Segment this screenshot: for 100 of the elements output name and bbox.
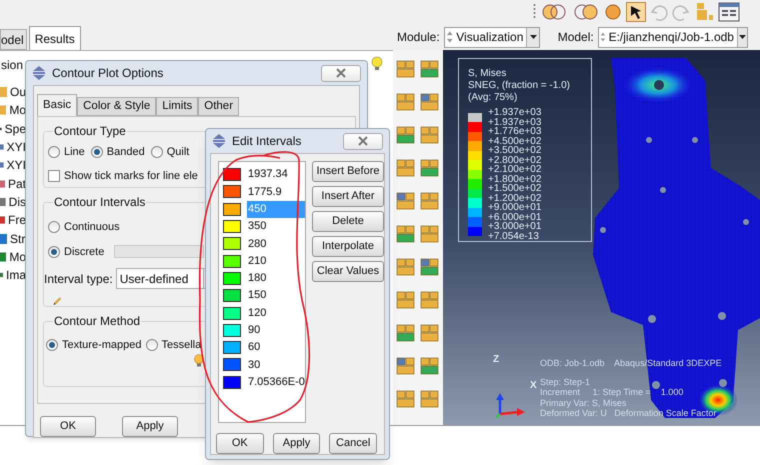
color-swatch[interactable]: [223, 324, 241, 337]
block-tool-icon[interactable]: [395, 157, 417, 179]
interval-value[interactable]: 7.05366E-0: [247, 374, 305, 391]
tree-item[interactable]: Ima: [6, 266, 26, 284]
interval-value[interactable]: 30: [247, 356, 305, 374]
overlapping-circles-icon[interactable]: [540, 3, 568, 21]
tree-item[interactable]: Ou: [10, 83, 26, 102]
block-tool-icon[interactable]: [419, 256, 441, 278]
tree-item[interactable]: Dis: [8, 192, 26, 211]
checkbox[interactable]: [48, 170, 60, 182]
panel-tab[interactable]: Results: [28, 26, 81, 50]
block-tool-icon[interactable]: [419, 91, 441, 113]
radio-label[interactable]: Tessella: [162, 337, 202, 354]
interval-list[interactable]: 1937.34 1775.9 450 350 280 210 180 150 120 90 60 30 7.05366E-0: [218, 161, 306, 423]
dialog-button[interactable]: Clear Values: [312, 261, 384, 282]
block-tool-icon[interactable]: [419, 124, 441, 146]
dialog-tab[interactable]: Limits: [156, 97, 198, 116]
block-tool-icon[interactable]: [419, 190, 441, 212]
panel-tab[interactable]: odel: [0, 29, 27, 50]
tree-item[interactable]: XYI: [6, 156, 26, 174]
interval-value[interactable]: 120: [247, 304, 305, 322]
interval-value[interactable]: 210: [247, 252, 305, 270]
interval-value[interactable]: 60: [247, 339, 305, 356]
color-swatch[interactable]: [223, 272, 241, 285]
color-swatch[interactable]: [223, 237, 241, 250]
dialog-button[interactable]: OK: [40, 416, 96, 437]
tree-item[interactable]: Str: [10, 230, 26, 248]
color-swatch[interactable]: [223, 289, 241, 302]
dialog-button[interactable]: Cancel: [329, 433, 378, 454]
color-swatch[interactable]: [223, 341, 241, 354]
block-tool-icon[interactable]: [395, 256, 417, 278]
radio-label[interactable]: Quilt: [166, 144, 190, 160]
radio-label[interactable]: Continuous: [64, 219, 120, 236]
overlapping-circles-icon[interactable]: [572, 3, 600, 21]
dialog-button[interactable]: Delete: [312, 211, 384, 232]
radio-label[interactable]: Banded: [106, 144, 145, 160]
radio-button[interactable]: [48, 146, 60, 158]
module-dropdown[interactable]: Visualization: [444, 26, 540, 48]
dialog-button[interactable]: Interpolate: [312, 236, 384, 257]
dialog-button[interactable]: Apply: [272, 433, 320, 454]
block-tool-icon[interactable]: [419, 58, 441, 80]
color-swatch[interactable]: [223, 358, 241, 372]
interval-value[interactable]: 350: [247, 218, 305, 236]
block-tool-icon[interactable]: [419, 157, 441, 179]
interval-value[interactable]: 280: [247, 235, 305, 252]
radio-label[interactable]: Discrete: [64, 244, 104, 260]
block-tool-icon[interactable]: [419, 322, 441, 344]
table-icon[interactable]: [718, 2, 740, 22]
block-tool-icon[interactable]: [419, 289, 441, 311]
radio-label[interactable]: Line: [64, 144, 85, 160]
color-swatch[interactable]: [223, 185, 241, 198]
block-tool-icon[interactable]: [419, 223, 441, 245]
block-tool-icon[interactable]: [395, 388, 417, 410]
tree-item[interactable]: Spe: [4, 120, 26, 138]
radio-button[interactable]: [150, 146, 163, 158]
dialog-tab[interactable]: Other: [198, 97, 240, 116]
checkbox-label[interactable]: Show tick marks for line ele: [64, 168, 198, 184]
block-tool-icon[interactable]: [395, 223, 417, 245]
lightbulb-icon[interactable]: [370, 56, 384, 72]
circle-icon[interactable]: [604, 3, 622, 21]
block-tool-icon[interactable]: [395, 91, 417, 113]
close-button[interactable]: [343, 132, 383, 150]
block-tool-icon[interactable]: [395, 322, 417, 344]
interval-value[interactable]: 1937.34: [247, 166, 305, 184]
tree-item[interactable]: Mo: [9, 101, 26, 120]
color-swatch[interactable]: [223, 254, 241, 268]
interval-value[interactable]: 180: [247, 270, 305, 287]
dropdown-button[interactable]: [526, 28, 539, 46]
radio-button[interactable]: [46, 339, 58, 352]
color-swatch[interactable]: [223, 220, 241, 234]
dialog-button[interactable]: OK: [216, 433, 264, 454]
radio-button[interactable]: [48, 246, 60, 258]
block-tool-icon[interactable]: [395, 58, 417, 80]
interval-value[interactable]: 1775.9: [247, 183, 305, 200]
lightbulb-icon[interactable]: [193, 354, 205, 368]
radio-button[interactable]: [146, 339, 158, 352]
tree-item[interactable]: Fre: [8, 211, 26, 230]
radio-button[interactable]: [90, 146, 103, 158]
dialog-button[interactable]: Insert After: [312, 186, 384, 207]
dialog-tab[interactable]: Color & Style: [77, 97, 156, 116]
color-swatch[interactable]: [223, 376, 241, 389]
interval-value[interactable]: 90: [247, 322, 305, 339]
tree-item[interactable]: XYI: [6, 138, 26, 156]
block-tool-icon[interactable]: [419, 388, 441, 410]
color-swatch[interactable]: [223, 168, 241, 182]
radio-label[interactable]: Texture-mapped: [62, 337, 142, 354]
tree-item[interactable]: Pat: [8, 174, 26, 193]
block-tool-icon[interactable]: [395, 190, 417, 212]
dialog-button[interactable]: Insert Before: [312, 161, 384, 182]
dropdown-button[interactable]: [736, 28, 747, 46]
block-tool-icon[interactable]: [395, 124, 417, 146]
radio-button[interactable]: [48, 221, 60, 234]
tree-item[interactable]: Mo: [9, 248, 26, 266]
color-swatch[interactable]: [223, 306, 241, 320]
block-tool-icon[interactable]: [395, 289, 417, 311]
dialog-button[interactable]: Apply: [122, 416, 178, 437]
block-tool-icon[interactable]: [395, 355, 417, 377]
interval-value[interactable]: 150: [247, 287, 305, 304]
dialog-tab[interactable]: Basic: [37, 94, 78, 116]
model-dropdown[interactable]: E:/jianzhenqi/Job-1.odb: [598, 26, 748, 48]
